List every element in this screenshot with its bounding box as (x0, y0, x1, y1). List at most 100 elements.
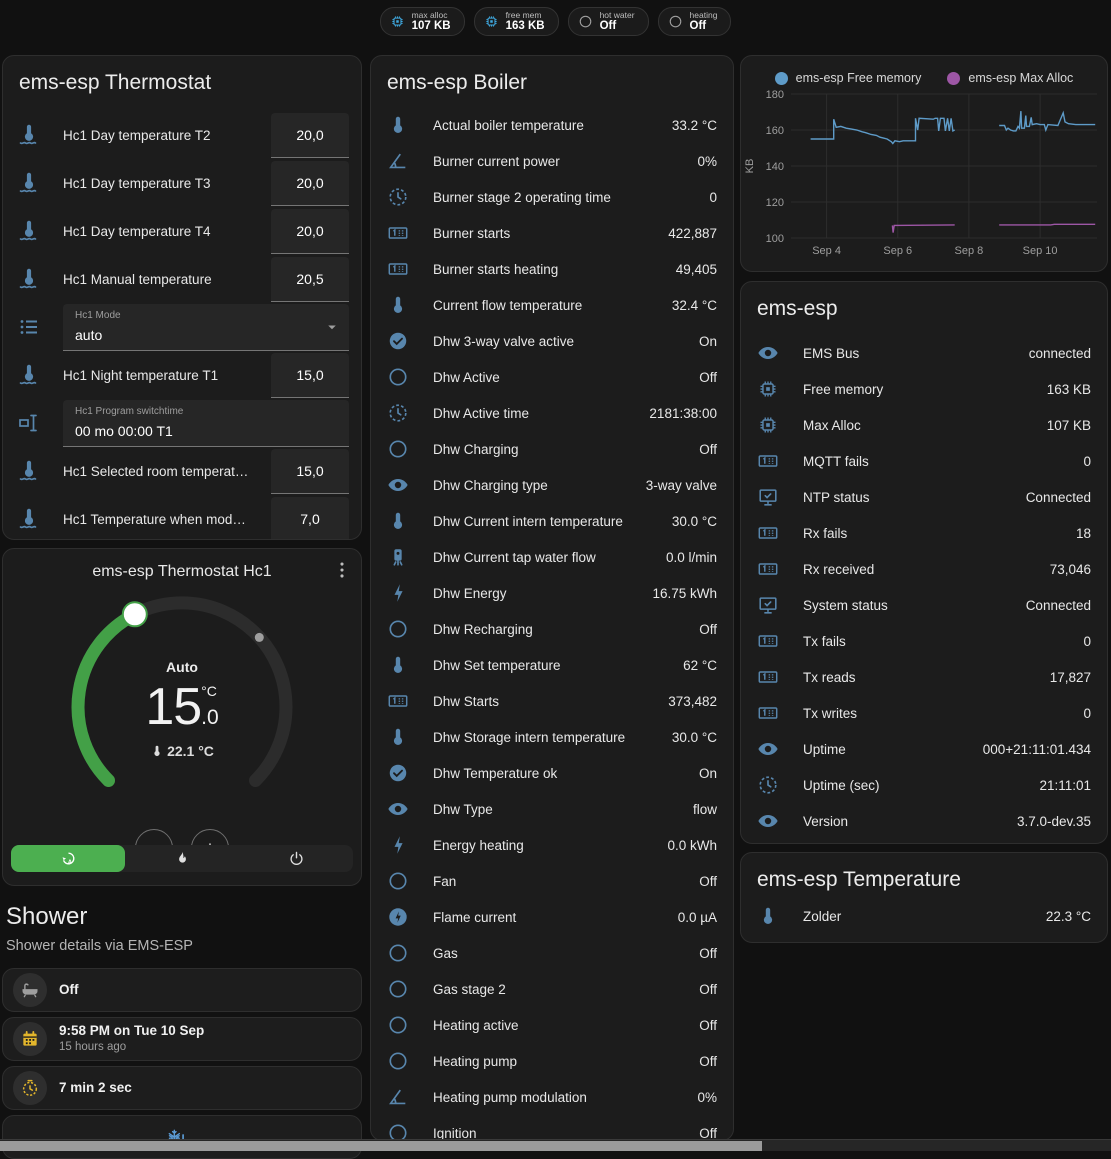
entity-row[interactable]: Dhw Charging Off (371, 431, 733, 467)
hvac-mode-button[interactable] (239, 845, 353, 872)
entity-label: NTP status (803, 490, 870, 505)
shower-tile[interactable]: 9:58 PM on Tue 10 Sep 15 hours ago (2, 1017, 362, 1061)
mode-select[interactable]: Hc1 Mode auto (63, 304, 349, 351)
hvac-mode-button[interactable] (11, 845, 125, 872)
entity-row[interactable]: System status Connected (741, 587, 1107, 623)
entity-row[interactable]: Heating pump modulation 0% (371, 1079, 733, 1115)
entity-row[interactable]: Dhw Recharging Off (371, 611, 733, 647)
entity-label: Burner starts heating (433, 262, 558, 277)
entity-value: Off (691, 1018, 717, 1033)
list-icon (17, 315, 41, 339)
status-chip[interactable]: max alloc 107 KB (380, 7, 465, 36)
number-input[interactable]: 20,0 (271, 113, 349, 158)
thermostat-dial[interactable]: Auto 15°C.0 22.1 °C (42, 587, 322, 827)
legend-item[interactable]: ems-esp Free memory (775, 71, 922, 85)
entity-row[interactable]: Dhw Set temperature 62 °C (371, 647, 733, 683)
entity-label: Uptime (803, 742, 846, 757)
entity-row[interactable]: Hc1 Temperature when mod… 7,0 (3, 495, 361, 540)
number-input[interactable]: 20,0 (271, 161, 349, 206)
entity-row[interactable]: EMS Bus connected (741, 335, 1107, 371)
hvac-mode-button[interactable] (125, 845, 239, 872)
entity-row[interactable]: Hc1 Day temperature T2 20,0 (3, 111, 361, 159)
entity-label: Dhw Storage intern temperature (433, 730, 625, 745)
shower-tile[interactable]: Off (2, 968, 362, 1012)
entity-row[interactable]: Burner starts heating 49,405 (371, 251, 733, 287)
switchtime-row: Hc1 Program switchtime 00 mo 00:00 T1 (3, 399, 361, 447)
circle-icon (387, 1050, 409, 1072)
entity-row[interactable]: NTP status Connected (741, 479, 1107, 515)
entity-row[interactable]: Dhw Charging type 3-way valve (371, 467, 733, 503)
entity-label: Current flow temperature (433, 298, 582, 313)
entity-row[interactable]: Flame current 0.0 µA (371, 899, 733, 935)
entity-row[interactable]: Tx reads 17,827 (741, 659, 1107, 695)
entity-row[interactable]: Tx fails 0 (741, 623, 1107, 659)
entity-row[interactable]: Gas Off (371, 935, 733, 971)
svg-text:140: 140 (766, 161, 784, 173)
number-input[interactable]: 20,5 (271, 257, 349, 302)
legend-item[interactable]: ems-esp Max Alloc (947, 71, 1073, 85)
scrollbar-thumb[interactable] (0, 1141, 762, 1151)
entity-row[interactable]: Hc1 Day temperature T3 20,0 (3, 159, 361, 207)
entity-row[interactable]: Dhw Current tap water flow 0.0 l/min (371, 539, 733, 575)
entity-row[interactable]: Dhw Starts 373,482 (371, 683, 733, 719)
shower-tile[interactable] (2, 1115, 362, 1159)
more-options-icon[interactable] (331, 559, 353, 581)
number-input[interactable]: 15,0 (271, 353, 349, 398)
switchtime-input[interactable]: Hc1 Program switchtime 00 mo 00:00 T1 (63, 400, 349, 447)
number-input[interactable]: 7,0 (271, 497, 349, 541)
entity-row[interactable]: Hc1 Manual temperature 20,5 (3, 255, 361, 303)
number-input[interactable]: 15,0 (271, 449, 349, 494)
entity-row[interactable]: Dhw Temperature ok On (371, 755, 733, 791)
entity-row[interactable]: Tx writes 0 (741, 695, 1107, 731)
temperature-card: ems-esp Temperature Zolder 22.3 °C (740, 852, 1108, 943)
entity-row[interactable]: Rx received 73,046 (741, 551, 1107, 587)
entity-row[interactable]: Rx fails 18 (741, 515, 1107, 551)
entity-row[interactable]: Free memory 163 KB (741, 371, 1107, 407)
status-chip[interactable]: free mem 163 KB (474, 7, 559, 36)
entity-row[interactable]: MQTT fails 0 (741, 443, 1107, 479)
entity-label: Energy heating (433, 838, 524, 853)
clock-icon (757, 774, 779, 796)
entity-row[interactable]: Gas stage 2 Off (371, 971, 733, 1007)
entity-row[interactable]: Zolder 22.3 °C (741, 898, 1107, 934)
entity-row[interactable]: Max Alloc 107 KB (741, 407, 1107, 443)
entity-row[interactable]: Uptime (sec) 21:11:01 (741, 767, 1107, 803)
entity-row[interactable]: Hc1 Selected room temperat… 15,0 (3, 447, 361, 495)
auto-icon (60, 850, 77, 867)
entity-row[interactable]: Hc1 Night temperature T1 15,0 (3, 351, 361, 399)
entity-row[interactable]: Dhw Active time 2181:38:00 (371, 395, 733, 431)
entity-label: Rx received (803, 562, 874, 577)
entity-row[interactable]: Burner current power 0% (371, 143, 733, 179)
entity-row[interactable]: Actual boiler temperature 33.2 °C (371, 107, 733, 143)
entity-row[interactable]: Current flow temperature 32.4 °C (371, 287, 733, 323)
status-chip[interactable]: heating Off (658, 7, 732, 36)
top-chip-bar: max alloc 107 KB free mem 163 KB hot wat… (0, 7, 1111, 36)
entity-row[interactable]: Ignition Off (371, 1115, 733, 1141)
thermometer-water-icon (17, 507, 41, 531)
entity-row[interactable]: Dhw Current intern temperature 30.0 °C (371, 503, 733, 539)
entity-label: Max Alloc (803, 418, 861, 433)
entity-value: 49,405 (668, 262, 717, 277)
entity-row[interactable]: Burner starts 422,887 (371, 215, 733, 251)
entity-row[interactable]: Hc1 Day temperature T4 20,0 (3, 207, 361, 255)
entity-row[interactable]: Version 3.7.0-dev.35 (741, 803, 1107, 839)
entity-row[interactable]: Burner stage 2 operating time 0 (371, 179, 733, 215)
shower-tile[interactable]: 7 min 2 sec (2, 1066, 362, 1110)
chip-value: Off (600, 20, 635, 33)
entity-row[interactable]: Heating active Off (371, 1007, 733, 1043)
entity-row[interactable]: Uptime 000+21:11:01.434 (741, 731, 1107, 767)
status-chip[interactable]: hot water Off (568, 7, 649, 36)
entity-row[interactable]: Heating pump Off (371, 1043, 733, 1079)
entity-value: 17,827 (1042, 670, 1091, 685)
entity-row[interactable]: Fan Off (371, 863, 733, 899)
number-input[interactable]: 20,0 (271, 209, 349, 254)
entity-row[interactable]: Dhw Energy 16.75 kWh (371, 575, 733, 611)
thermometer-water-icon (17, 363, 41, 387)
entity-row[interactable]: Dhw Type flow (371, 791, 733, 827)
horizontal-scrollbar[interactable] (0, 1139, 1111, 1151)
dial-knob[interactable] (123, 602, 147, 626)
entity-row[interactable]: Dhw Active Off (371, 359, 733, 395)
entity-row[interactable]: Dhw Storage intern temperature 30.0 °C (371, 719, 733, 755)
entity-row[interactable]: Energy heating 0.0 kWh (371, 827, 733, 863)
entity-row[interactable]: Dhw 3-way valve active On (371, 323, 733, 359)
